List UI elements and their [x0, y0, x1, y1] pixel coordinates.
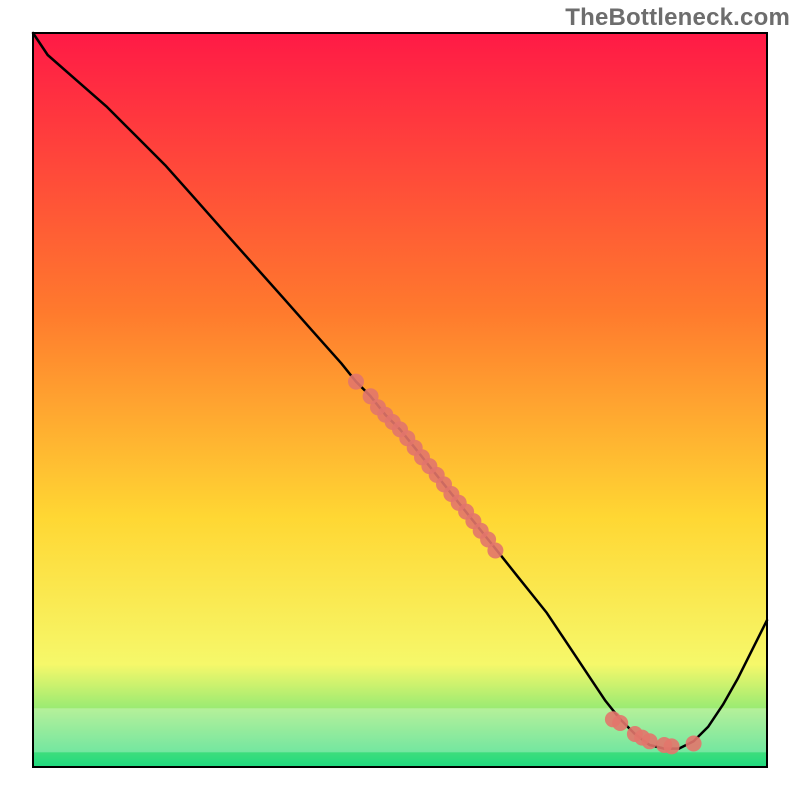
data-point	[612, 715, 628, 731]
data-point	[664, 738, 680, 754]
bottleneck-chart: TheBottleneck.com	[0, 0, 800, 800]
data-point	[642, 733, 658, 749]
chart-svg	[0, 0, 800, 800]
data-point	[686, 736, 702, 752]
data-point	[487, 543, 503, 559]
data-point	[348, 374, 364, 390]
watermark-text: TheBottleneck.com	[565, 4, 790, 32]
